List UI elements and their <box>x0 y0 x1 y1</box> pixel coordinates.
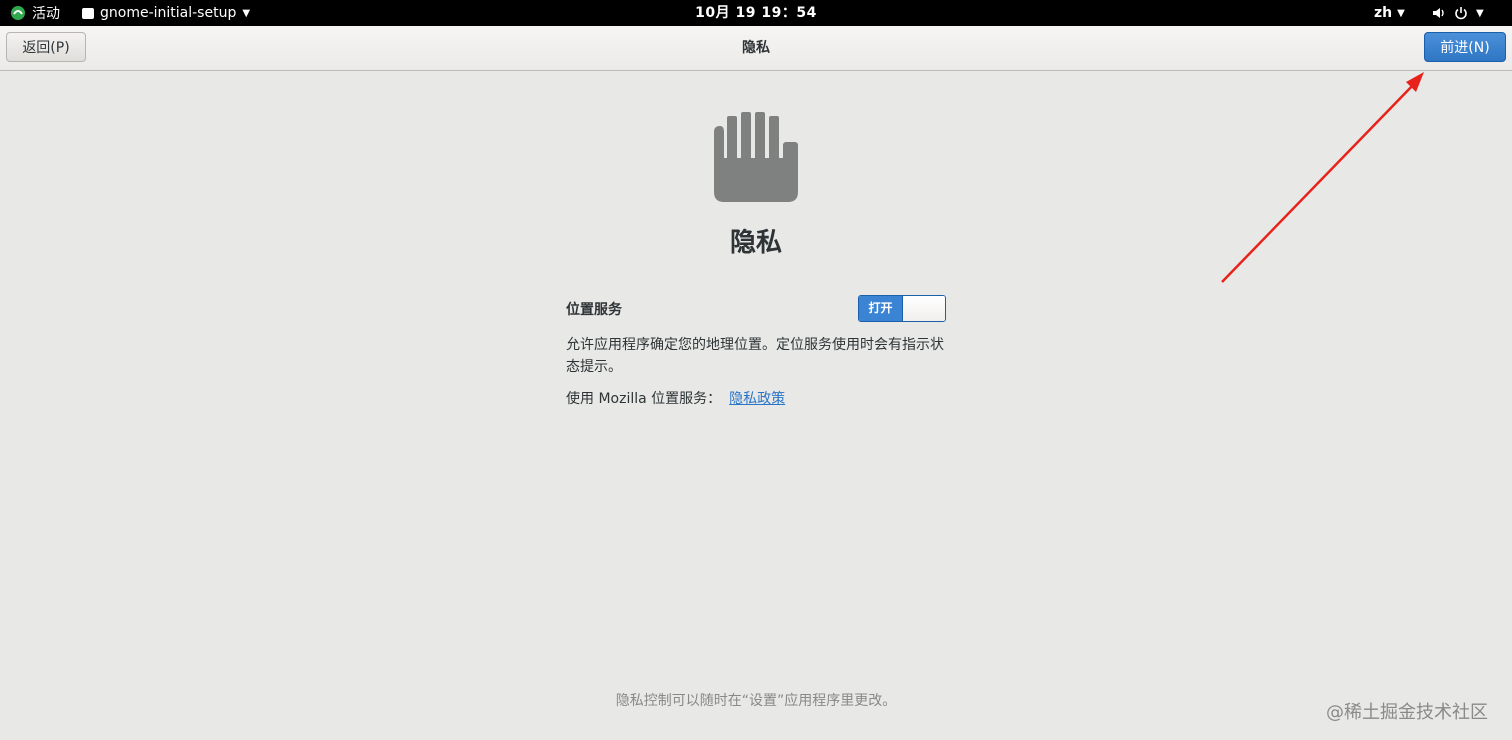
clock[interactable]: 10月 19 19：54 <box>656 0 856 26</box>
hand-icon <box>714 112 798 202</box>
top-bar: 活动 gnome-initial-setup ▼ 10月 19 19：54 zh… <box>0 0 1512 26</box>
power-icon <box>1455 7 1467 20</box>
page-title: 隐私 <box>742 40 770 56</box>
app-name: gnome-initial-setup <box>100 5 237 21</box>
language-label: zh <box>1374 5 1393 21</box>
next-button[interactable]: 前进(N) <box>1424 32 1506 62</box>
distro-logo-icon <box>11 6 25 20</box>
footer-note: 隐私控制可以随时在“设置”应用程序里更改。 <box>615 693 897 709</box>
mozilla-row: 使用 Mozilla 位置服务： 隐私政策 <box>566 388 946 410</box>
switch-state-label: 打开 <box>859 296 902 321</box>
volume-icon <box>1433 8 1444 18</box>
mozilla-text: 使用 Mozilla 位置服务： <box>566 391 722 407</box>
back-button[interactable]: 返回(P) <box>6 32 86 62</box>
system-menu[interactable]: ▼ <box>1432 0 1484 26</box>
chevron-down-icon: ▼ <box>1476 7 1484 19</box>
privacy-policy-link[interactable]: 隐私政策 <box>729 391 785 407</box>
privacy-settings: 位置服务 打开 允许应用程序确定您的地理位置。定位服务使用时会有指示状态提示。 … <box>566 294 946 410</box>
language-indicator[interactable]: zh ▼ <box>1374 0 1405 26</box>
switch-knob[interactable] <box>902 296 945 321</box>
location-description: 允许应用程序确定您的地理位置。定位服务使用时会有指示状态提示。 <box>566 337 944 375</box>
activities-label: 活动 <box>32 6 60 22</box>
app-window-icon <box>82 7 94 19</box>
page-heading: 隐私 <box>729 228 782 258</box>
app-menu[interactable]: gnome-initial-setup ▼ <box>82 0 250 26</box>
chevron-down-icon: ▼ <box>1397 7 1405 19</box>
annotation-arrow-icon <box>1221 72 1424 283</box>
chevron-down-icon: ▼ <box>242 7 251 19</box>
location-services-row: 位置服务 打开 <box>566 294 946 322</box>
watermark: @稀土掘金技术社区 <box>1326 702 1488 723</box>
location-services-label: 位置服务 <box>566 302 622 318</box>
activities-button[interactable]: 活动 <box>10 0 60 26</box>
location-services-switch[interactable]: 打开 <box>858 295 946 322</box>
